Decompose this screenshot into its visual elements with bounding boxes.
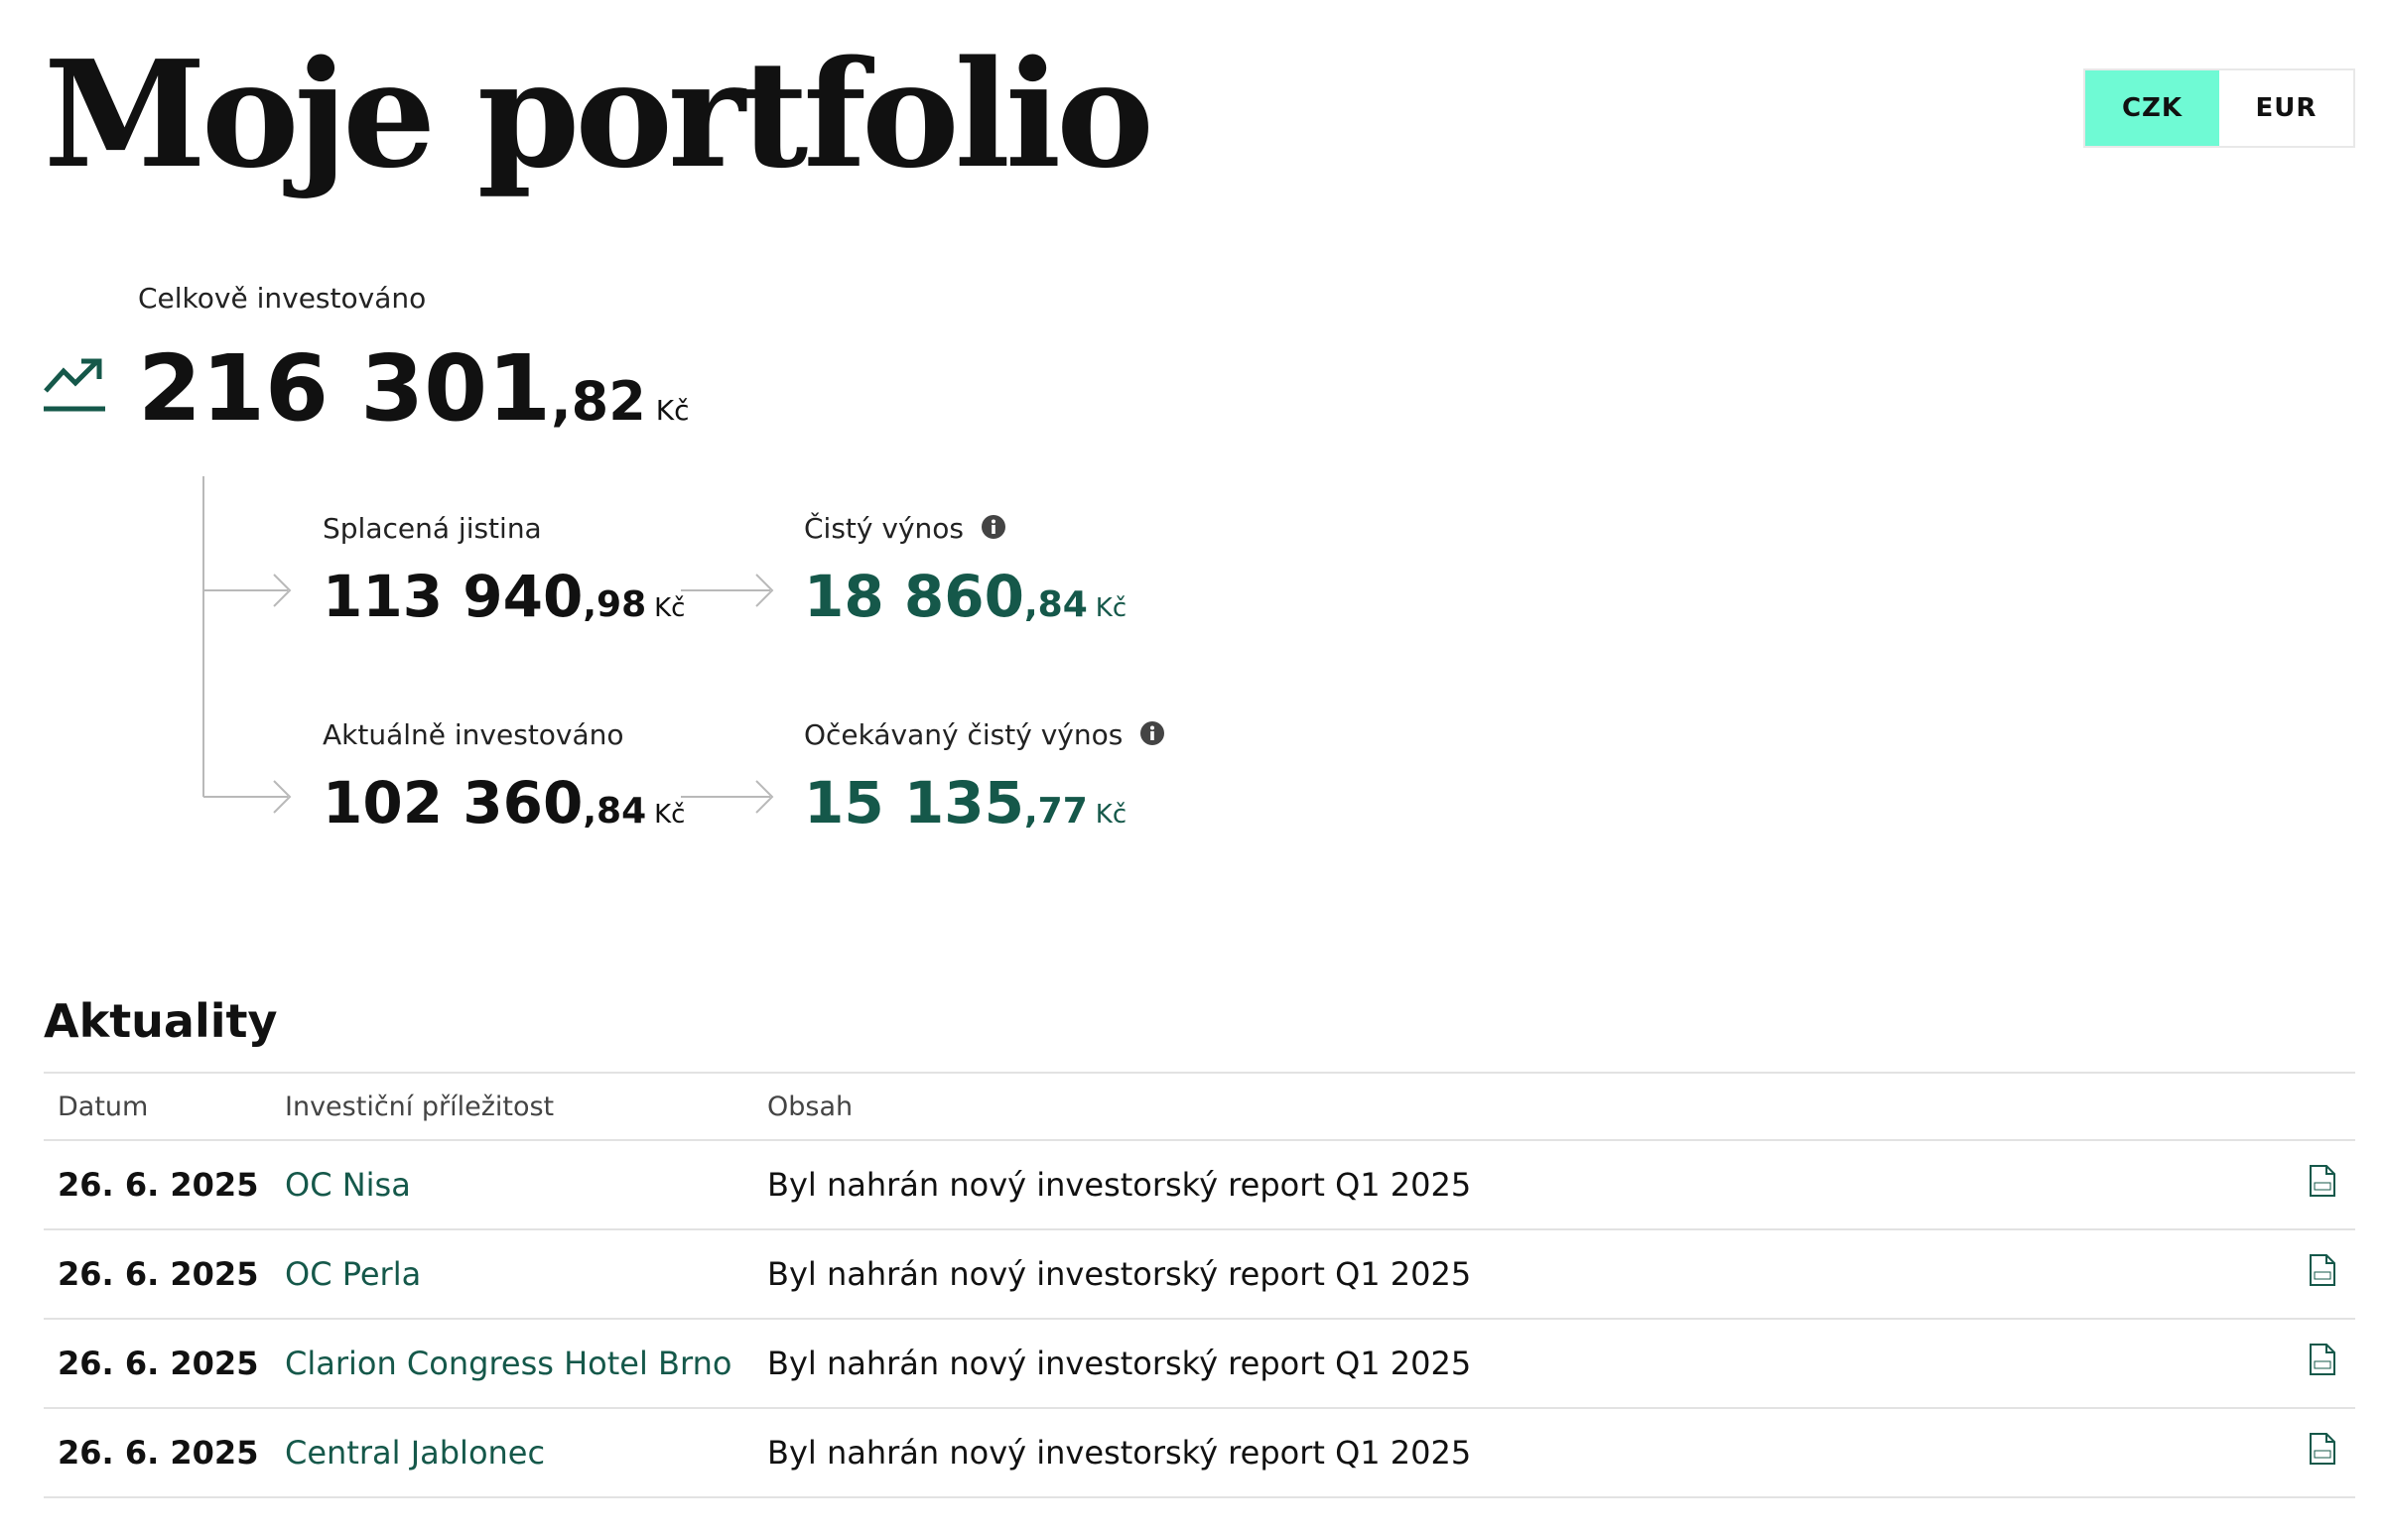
breakdown-connector (202, 476, 774, 814)
repaid-principal-label: Splacená jistina (323, 512, 542, 545)
info-icon[interactable] (1139, 720, 1165, 746)
row-opportunity-link[interactable]: OC Perla (271, 1229, 753, 1320)
pdf-file-icon[interactable] (2308, 1253, 2337, 1287)
row-opportunity-link[interactable]: Central Jablonec (271, 1408, 753, 1498)
currently-invested-amount: 102 360,84 Kč (323, 768, 685, 849)
net-yield-label: Čistý výnos (804, 512, 964, 545)
pdf-file-icon[interactable] (2308, 1432, 2337, 1466)
currently-invested-currency: Kč (654, 800, 686, 830)
row-opportunity-link[interactable]: Clarion Congress Hotel Brno (271, 1319, 753, 1409)
currency-option-czk[interactable]: CZK (2085, 70, 2219, 146)
news-section-title: Aktuality (44, 994, 278, 1048)
expected-yield-amount: 15 135,77 Kč (804, 768, 1127, 849)
currency-option-eur[interactable]: EUR (2219, 70, 2353, 146)
repaid-principal-int: 113 940 (323, 563, 584, 630)
column-header-opportunity: Investiční příležitost (271, 1072, 753, 1141)
net-yield-amount: 18 860,84 Kč (804, 562, 1127, 643)
expected-yield-label: Očekávaný čistý výnos (804, 718, 1124, 751)
table-row: 26. 6. 2025 OC Perla Byl nahrán nový inv… (44, 1229, 2355, 1320)
row-content: Byl nahrán nový investorský report Q1 20… (753, 1140, 2264, 1230)
row-opportunity-link[interactable]: OC Nisa (271, 1140, 753, 1230)
expected-yield-currency: Kč (1095, 800, 1127, 830)
row-document-cell (2264, 1408, 2355, 1498)
row-content: Byl nahrán nový investorský report Q1 20… (753, 1408, 2264, 1498)
info-icon[interactable] (981, 514, 1006, 540)
expected-yield-dec: ,77 (1023, 791, 1088, 832)
row-document-cell (2264, 1319, 2355, 1409)
column-header-document (2264, 1072, 2355, 1141)
row-document-cell (2264, 1229, 2355, 1320)
row-date: 26. 6. 2025 (44, 1319, 271, 1409)
net-yield-label-row: Čistý výnos (804, 512, 1006, 545)
net-yield-currency: Kč (1095, 593, 1127, 623)
table-row: 26. 6. 2025 Clarion Congress Hotel Brno … (44, 1319, 2355, 1409)
repaid-principal-currency: Kč (654, 593, 686, 623)
table-row: 26. 6. 2025 OC Nisa Byl nahrán nový inve… (44, 1140, 2355, 1230)
currently-invested-label: Aktuálně investováno (323, 718, 624, 751)
row-document-cell (2264, 1140, 2355, 1230)
repaid-principal-amount: 113 940,98 Kč (323, 562, 685, 643)
pdf-file-icon[interactable] (2308, 1343, 2337, 1376)
currently-invested-dec: ,84 (583, 791, 647, 832)
row-date: 26. 6. 2025 (44, 1229, 271, 1320)
table-row: 26. 6. 2025 Central Jablonec Byl nahrán … (44, 1408, 2355, 1498)
net-yield-dec: ,84 (1023, 584, 1088, 625)
row-date: 26. 6. 2025 (44, 1408, 271, 1498)
currency-toggle: CZK EUR (2083, 68, 2355, 148)
news-table: Datum Investiční příležitost Obsah 26. 6… (44, 1072, 2355, 1498)
currently-invested-int: 102 360 (323, 769, 584, 836)
row-content: Byl nahrán nový investorský report Q1 20… (753, 1229, 2264, 1320)
repaid-principal-dec: ,98 (583, 584, 647, 625)
news-table-header: Datum Investiční příležitost Obsah (44, 1072, 2355, 1141)
net-yield-int: 18 860 (804, 563, 1024, 630)
expected-yield-int: 15 135 (804, 769, 1024, 836)
row-content: Byl nahrán nový investorský report Q1 20… (753, 1319, 2264, 1409)
row-date: 26. 6. 2025 (44, 1140, 271, 1230)
column-header-content: Obsah (753, 1072, 2264, 1141)
expected-yield-label-row: Očekávaný čistý výnos (804, 718, 1165, 751)
column-header-date: Datum (44, 1072, 271, 1141)
pdf-file-icon[interactable] (2308, 1164, 2337, 1198)
